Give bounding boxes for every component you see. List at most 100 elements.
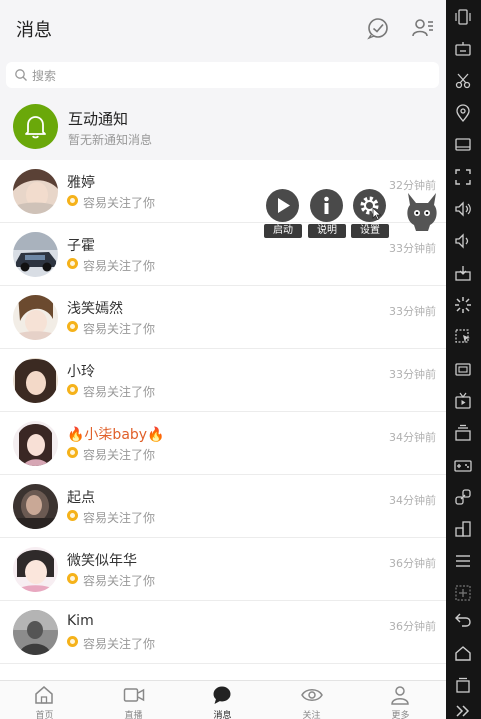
bottom-tab-bar: 首页 直播 消息 关注 更多 [0,680,446,719]
message-text: 容易关注了你 [83,196,156,210]
avatar[interactable] [13,484,58,529]
info-button[interactable]: 说明 [308,189,346,239]
message-text: 容易关注了你 [83,637,156,651]
message-text: 容易关注了你 [83,511,156,525]
screen-icon[interactable] [454,136,472,154]
add-icon[interactable] [454,584,472,602]
follow-badge-icon [67,447,78,458]
settings-label: 设置 [351,224,389,238]
contact-name: Kim [67,613,94,629]
person-icon [391,686,409,705]
avatar[interactable] [13,610,58,655]
robot-icon[interactable] [404,191,440,233]
volume-down-icon[interactable] [454,232,472,250]
header: 消息 [0,0,446,56]
message-row[interactable]: 小玲 容易关注了你 33分钟前 [0,349,446,412]
tab-label: 首页 [35,711,54,719]
tab-label: 更多 [391,711,410,719]
message-preview: 容易关注了你 [67,383,155,400]
tab-home[interactable]: 首页 [0,681,89,719]
contact-name: 小玲 [67,364,95,380]
volume-up-icon[interactable] [454,200,472,218]
follow-badge-icon [67,321,78,332]
follow-badge-icon [67,258,78,269]
contact-name: 子霍 [67,238,95,254]
record-icon[interactable] [454,360,472,378]
message-text: 容易关注了你 [83,322,156,336]
tab-label: 消息 [213,711,232,719]
interaction-notification[interactable]: 互动通知 暂无新通知消息 [0,96,446,160]
app-screen: 消息 搜索 互动通知 暂无新通知消息 雅婷 容易关注了你 32分钟前 子霍 容易… [0,0,446,719]
message-text: 容易关注了你 [83,385,156,399]
layout-icon[interactable] [454,520,472,538]
bell-icon [13,104,58,149]
avatar[interactable] [13,169,58,214]
follow-badge-icon [67,636,78,647]
info-label: 说明 [308,224,346,238]
message-text: 容易关注了你 [83,448,156,462]
loading-icon[interactable] [454,296,472,314]
message-row[interactable]: 微笑似年华 容易关注了你 36分钟前 [0,538,446,601]
expand-icon[interactable] [454,704,472,718]
tv-icon[interactable] [454,392,472,410]
avatar[interactable] [13,547,58,592]
gear-icon [353,189,386,222]
page-title: 消息 [16,20,52,41]
contact-name: 微笑似年华 [67,553,137,569]
message-preview: 容易关注了你 [67,320,155,337]
message-time: 33分钟前 [389,305,436,318]
message-row[interactable]: 起点 容易关注了你 34分钟前 [0,475,446,538]
scissors-icon[interactable] [454,72,472,90]
gamepad-icon[interactable] [454,456,472,474]
avatar[interactable] [13,295,58,340]
message-row[interactable]: 🔥小柒baby🔥 容易关注了你 34分钟前 [0,412,446,475]
home-icon[interactable] [454,644,472,662]
apk-icon[interactable] [454,264,472,282]
contact-name: 🔥小柒baby🔥 [67,427,165,443]
settings-button[interactable]: 设置 [351,189,389,239]
follow-badge-icon [67,573,78,584]
emulator-sidebar [446,0,481,719]
play-icon [266,189,299,222]
avatar[interactable] [13,232,58,277]
message-time: 33分钟前 [389,242,436,255]
chat-icon [213,686,231,704]
notification-subtitle: 暂无新通知消息 [68,133,153,147]
search-bar: 搜索 [0,56,446,96]
keyboard-icon[interactable] [454,40,472,58]
message-row[interactable]: 浅笑嫣然 容易关注了你 33分钟前 [0,286,446,349]
notification-title: 互动通知 [68,110,129,128]
avatar[interactable] [13,358,58,403]
follow-badge-icon [67,384,78,395]
message-preview: 容易关注了你 [67,572,155,589]
launch-button[interactable]: 启动 [264,189,302,239]
avatar[interactable] [13,421,58,466]
follow-badge-icon [67,195,78,206]
fullscreen-icon[interactable] [454,168,472,186]
search-icon [15,69,27,81]
message-preview: 容易关注了你 [67,257,155,274]
message-row[interactable]: Kim 容易关注了你 36分钟前 [0,601,446,664]
recent-apps-icon[interactable] [454,676,472,694]
message-time: 34分钟前 [389,431,436,444]
multi-instance-icon[interactable] [454,424,472,442]
link-icon[interactable] [454,488,472,506]
back-icon[interactable] [454,610,472,628]
eye-icon [301,689,323,701]
message-preview: 容易关注了你 [67,509,155,526]
message-text: 容易关注了你 [83,259,156,273]
check-chat-icon[interactable] [366,16,390,40]
contact-name: 浅笑嫣然 [67,301,123,317]
menu-icon[interactable] [454,552,472,570]
message-time: 36分钟前 [389,620,436,633]
tab-follow[interactable]: 关注 [267,681,356,719]
video-icon [123,688,145,702]
tab-messages[interactable]: 消息 [178,681,267,719]
contacts-icon[interactable] [411,16,435,40]
location-icon[interactable] [454,104,472,122]
shake-icon[interactable] [454,8,472,26]
tab-more[interactable]: 更多 [356,681,445,719]
macro-icon[interactable] [454,328,472,346]
tab-live[interactable]: 直播 [89,681,178,719]
search-input[interactable]: 搜索 [6,62,439,88]
